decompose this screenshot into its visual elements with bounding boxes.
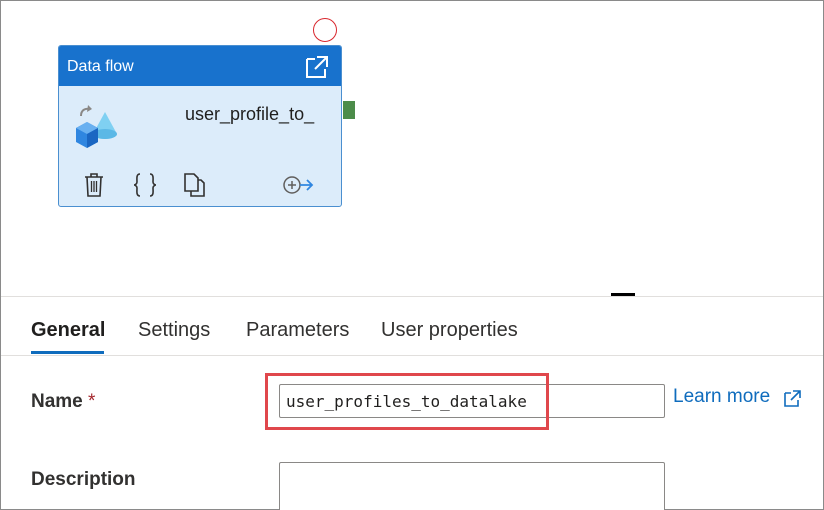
activity-name: user_profile_to_ [185, 104, 315, 124]
status-error-circle-icon [313, 18, 337, 42]
tab-general[interactable]: General [31, 319, 105, 342]
data-flow-icon [76, 105, 117, 148]
open-external-icon[interactable] [303, 53, 331, 81]
data-flow-activity[interactable]: Data flow user_profile_to_ [58, 45, 342, 207]
learn-more-link[interactable]: Learn more [673, 386, 770, 408]
active-tab-indicator [31, 351, 104, 354]
description-input[interactable] [279, 462, 665, 510]
copy-icon[interactable] [182, 172, 206, 198]
add-connection-icon[interactable] [281, 172, 315, 198]
name-input[interactable] [279, 384, 665, 418]
tab-user-properties[interactable]: User properties [381, 319, 518, 342]
name-label-text: Name [31, 391, 83, 412]
panel-resize-handle[interactable] [611, 293, 635, 296]
open-external-icon[interactable] [782, 388, 803, 409]
panel-divider [1, 296, 823, 297]
required-asterisk: * [88, 391, 96, 412]
tab-parameters[interactable]: Parameters [246, 319, 349, 342]
tab-settings[interactable]: Settings [138, 319, 210, 342]
output-port[interactable] [343, 101, 355, 119]
description-label: Description [31, 469, 136, 490]
activity-type-label: Data flow [67, 58, 134, 75]
name-label: Name * [31, 391, 95, 413]
braces-icon[interactable] [133, 172, 157, 198]
properties-tabs: General Settings Parameters User propert… [1, 310, 823, 356]
activity-header: Data flow [59, 46, 341, 86]
trash-icon[interactable] [83, 172, 105, 198]
